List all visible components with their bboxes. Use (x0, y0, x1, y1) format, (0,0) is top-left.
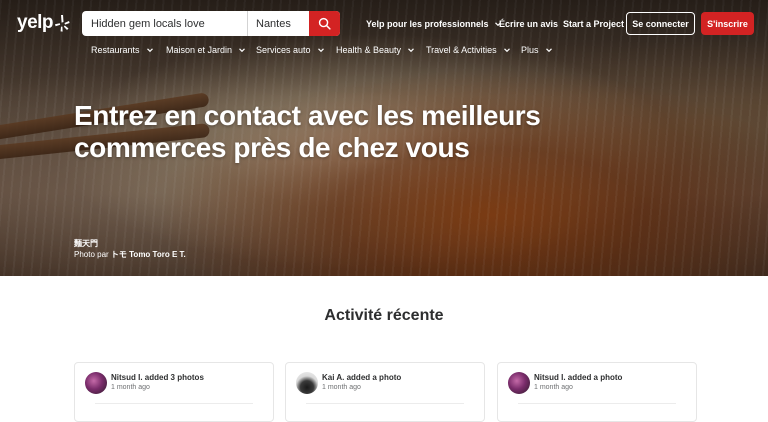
category-health-beauty[interactable]: Health & Beauty (336, 42, 415, 58)
write-review-link[interactable]: Écrire un avis (499, 12, 558, 35)
category-label: Maison et Jardin (166, 45, 233, 55)
logo-wordmark: yelp (17, 12, 54, 33)
category-auto-services[interactable]: Services auto (256, 42, 325, 58)
chevron-down-icon (146, 48, 153, 53)
category-label: Services auto (256, 45, 311, 55)
avatar[interactable] (296, 372, 318, 394)
category-label: Health & Beauty (336, 45, 402, 55)
category-more[interactable]: Plus (521, 42, 553, 58)
activity-user[interactable]: Nitsud I. added 3 photos (111, 373, 204, 382)
divider (306, 403, 464, 404)
divider (95, 403, 253, 404)
hero-headline: Entrez en contact avec les meilleurs com… (74, 100, 634, 164)
chevron-down-icon (239, 48, 245, 53)
signup-button[interactable]: S'inscrire (701, 12, 754, 35)
activity-time: 1 month ago (111, 384, 150, 391)
photo-credit: Photo par トモ Tomo Toro E T. (74, 249, 186, 260)
photo-author-link[interactable]: トモ Tomo Toro E T. (111, 250, 186, 259)
chevron-down-icon (503, 48, 510, 53)
category-label: Plus (521, 45, 539, 55)
activity-time: 1 month ago (534, 384, 573, 391)
recent-activity-title: Activité récente (324, 307, 444, 324)
avatar[interactable] (508, 372, 530, 394)
category-label: Travel & Activities (426, 45, 497, 55)
activity-user[interactable]: Nitsud I. added a photo (534, 373, 622, 382)
search-find-input[interactable]: Hidden gem locals love (82, 11, 248, 36)
yelp-burst-icon (55, 15, 70, 32)
hero-headline-line: Entrez en contact avec les meilleurs (74, 100, 541, 131)
activity-card[interactable]: Nitsud I. added a photo 1 month ago (497, 362, 697, 422)
activity-card[interactable]: Kai A. added a photo 1 month ago (285, 362, 485, 422)
category-label: Restaurants (91, 45, 140, 55)
category-nav: Restaurants Maison et Jardin Services au… (0, 42, 768, 58)
hero-headline-line: commerces près de chez vous (74, 132, 470, 163)
category-restaurants[interactable]: Restaurants (91, 42, 154, 58)
start-project-link[interactable]: Start a Project (563, 12, 624, 35)
search-button[interactable] (309, 11, 340, 36)
business-menu-label: Yelp pour les professionnels (366, 18, 489, 29)
login-button[interactable]: Se connecter (626, 12, 695, 35)
photo-business-link[interactable]: 麵天門 (74, 238, 98, 249)
hero-banner: yelp Hidden gem locals love Nantes Yelp … (0, 0, 768, 276)
chevron-down-icon (408, 48, 414, 53)
start-project-label: Start a Project (563, 18, 625, 29)
activity-card[interactable]: Nitsud I. added 3 photos 1 month ago (74, 362, 274, 422)
category-travel-activities[interactable]: Travel & Activities (426, 42, 511, 58)
chevron-down-icon (317, 48, 324, 53)
yelp-logo[interactable]: yelp (17, 12, 70, 33)
activity-user[interactable]: Kai A. added a photo (322, 373, 401, 382)
category-home-garden[interactable]: Maison et Jardin (166, 42, 246, 58)
write-review-label: Écrire un avis (499, 18, 559, 29)
search-location-input[interactable]: Nantes (248, 11, 309, 36)
avatar[interactable] (85, 372, 107, 394)
divider (518, 403, 676, 404)
search-bar: Hidden gem locals love Nantes (82, 11, 340, 36)
business-menu[interactable]: Yelp pour les professionnels (366, 12, 502, 35)
activity-time: 1 month ago (322, 384, 361, 391)
search-icon (318, 17, 331, 30)
photo-credit-prefix: Photo par (74, 250, 111, 259)
chevron-down-icon (545, 48, 552, 53)
